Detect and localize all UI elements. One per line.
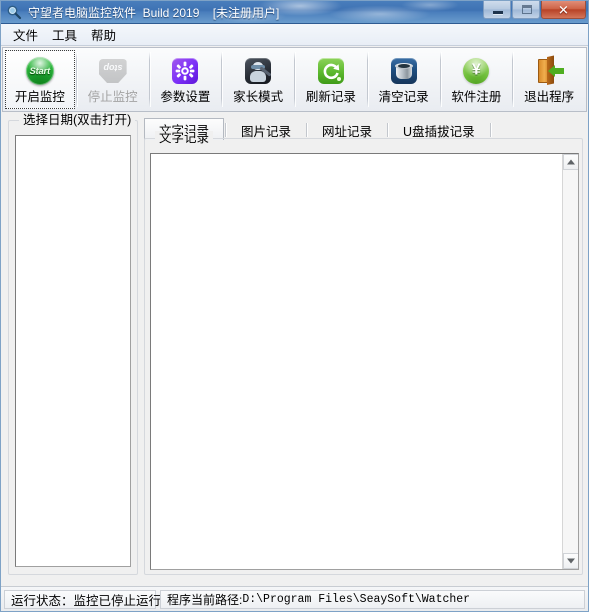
status-bar: 运行状态：监控已停止运行 程序当前路径: D:\Program Files\Sea…: [0, 586, 589, 612]
title-bar: 守望者电脑监控软件 Build 2019 [未注册用户] ✕: [0, 0, 589, 24]
minimize-icon: [493, 11, 503, 14]
window-controls: ✕: [483, 1, 586, 19]
settings-gear-icon: [168, 54, 202, 88]
tab-url-records[interactable]: 网址记录: [308, 120, 386, 140]
exit-button[interactable]: 退出程序: [514, 50, 584, 109]
tab-divider: [387, 123, 389, 137]
tab-divider: [489, 123, 491, 137]
chevron-down-icon: [567, 558, 575, 564]
text-records-group-title: 文字记录: [155, 131, 214, 145]
stop-monitor-label: 停止监控: [87, 90, 138, 104]
toolbar-separator: [148, 52, 150, 107]
parent-mode-button[interactable]: 家长模式: [223, 50, 293, 109]
toolbar-separator: [294, 52, 295, 107]
toolbar-separator: [512, 52, 514, 107]
status-path-label: 程序当前路径:: [167, 593, 243, 607]
tab-divider: [225, 123, 227, 137]
maximize-icon: [522, 5, 532, 14]
toolbar-separator: [439, 52, 441, 107]
stop-monitor-icon: [96, 54, 130, 88]
exit-door-icon: [532, 54, 566, 88]
text-records-group: 文字记录: [144, 131, 583, 575]
register-button[interactable]: 软件注册: [442, 50, 512, 109]
menu-bar: 文件 工具 帮助: [0, 24, 589, 46]
refresh-records-label: 刷新记录: [305, 90, 356, 104]
refresh-records-button[interactable]: 刷新记录: [296, 50, 366, 109]
parent-mode-icon: [241, 54, 275, 88]
text-records-view[interactable]: [150, 153, 579, 570]
register-yen-icon: [459, 54, 493, 88]
content-area: 选择日期(双击打开) 文字记录 图片记录 网址记录 U盘插拔记录 文字记录: [2, 113, 587, 581]
scroll-track[interactable]: [563, 170, 578, 553]
refresh-icon: [314, 54, 348, 88]
menu-file[interactable]: 文件: [6, 23, 45, 46]
date-select-group-title: 选择日期(双击打开): [19, 113, 136, 127]
clear-records-button[interactable]: 清空记录: [369, 50, 439, 109]
status-run-state: 运行状态：监控已停止运行: [4, 590, 161, 609]
toolbar-separator: [75, 52, 77, 107]
settings-label: 参数设置: [160, 90, 211, 104]
toolbar-separator: [366, 52, 368, 107]
start-monitor-icon: [23, 54, 57, 88]
stop-monitor-button[interactable]: 停止监控: [78, 50, 148, 109]
menu-tools[interactable]: 工具: [45, 23, 84, 46]
status-program-path: 程序当前路径: D:\Program Files\SeaySoft\Watcher: [160, 590, 585, 609]
scroll-up-button[interactable]: [563, 154, 578, 170]
window-title: 守望者电脑监控软件 Build 2019 [未注册用户]: [28, 5, 280, 20]
tab-image-records[interactable]: 图片记录: [227, 120, 305, 140]
status-path-value: D:\Program Files\SeaySoft\Watcher: [242, 593, 471, 606]
chevron-up-icon: [567, 159, 575, 165]
minimize-button[interactable]: [483, 1, 511, 19]
register-label: 软件注册: [451, 90, 502, 104]
scroll-down-button[interactable]: [563, 553, 578, 569]
application-window: 守望者电脑监控软件 Build 2019 [未注册用户] ✕ 文件 工具 帮助 …: [0, 0, 589, 612]
toolbar-separator: [221, 52, 223, 107]
trash-icon: [387, 54, 421, 88]
exit-label: 退出程序: [524, 90, 575, 104]
date-select-group: 选择日期(双击打开): [8, 113, 138, 575]
tab-divider: [306, 123, 308, 137]
clear-records-label: 清空记录: [378, 90, 429, 104]
date-list[interactable]: [15, 135, 131, 567]
title-bar-left: 守望者电脑监控软件 Build 2019 [未注册用户]: [6, 0, 279, 24]
tab-usb-records[interactable]: U盘插拔记录: [389, 120, 489, 140]
start-monitor-button[interactable]: 开启监控: [5, 50, 75, 109]
text-records-scrollbar[interactable]: [562, 154, 578, 569]
start-monitor-label: 开启监控: [14, 90, 65, 104]
close-icon: ✕: [558, 2, 569, 17]
toolbar: 开启监控 停止监控: [2, 47, 587, 112]
parent-mode-label: 家长模式: [233, 90, 284, 104]
close-button[interactable]: ✕: [541, 1, 586, 19]
maximize-button[interactable]: [512, 1, 540, 19]
magnifier-icon: [6, 4, 22, 20]
settings-button[interactable]: 参数设置: [151, 50, 221, 109]
menu-help[interactable]: 帮助: [84, 23, 123, 46]
